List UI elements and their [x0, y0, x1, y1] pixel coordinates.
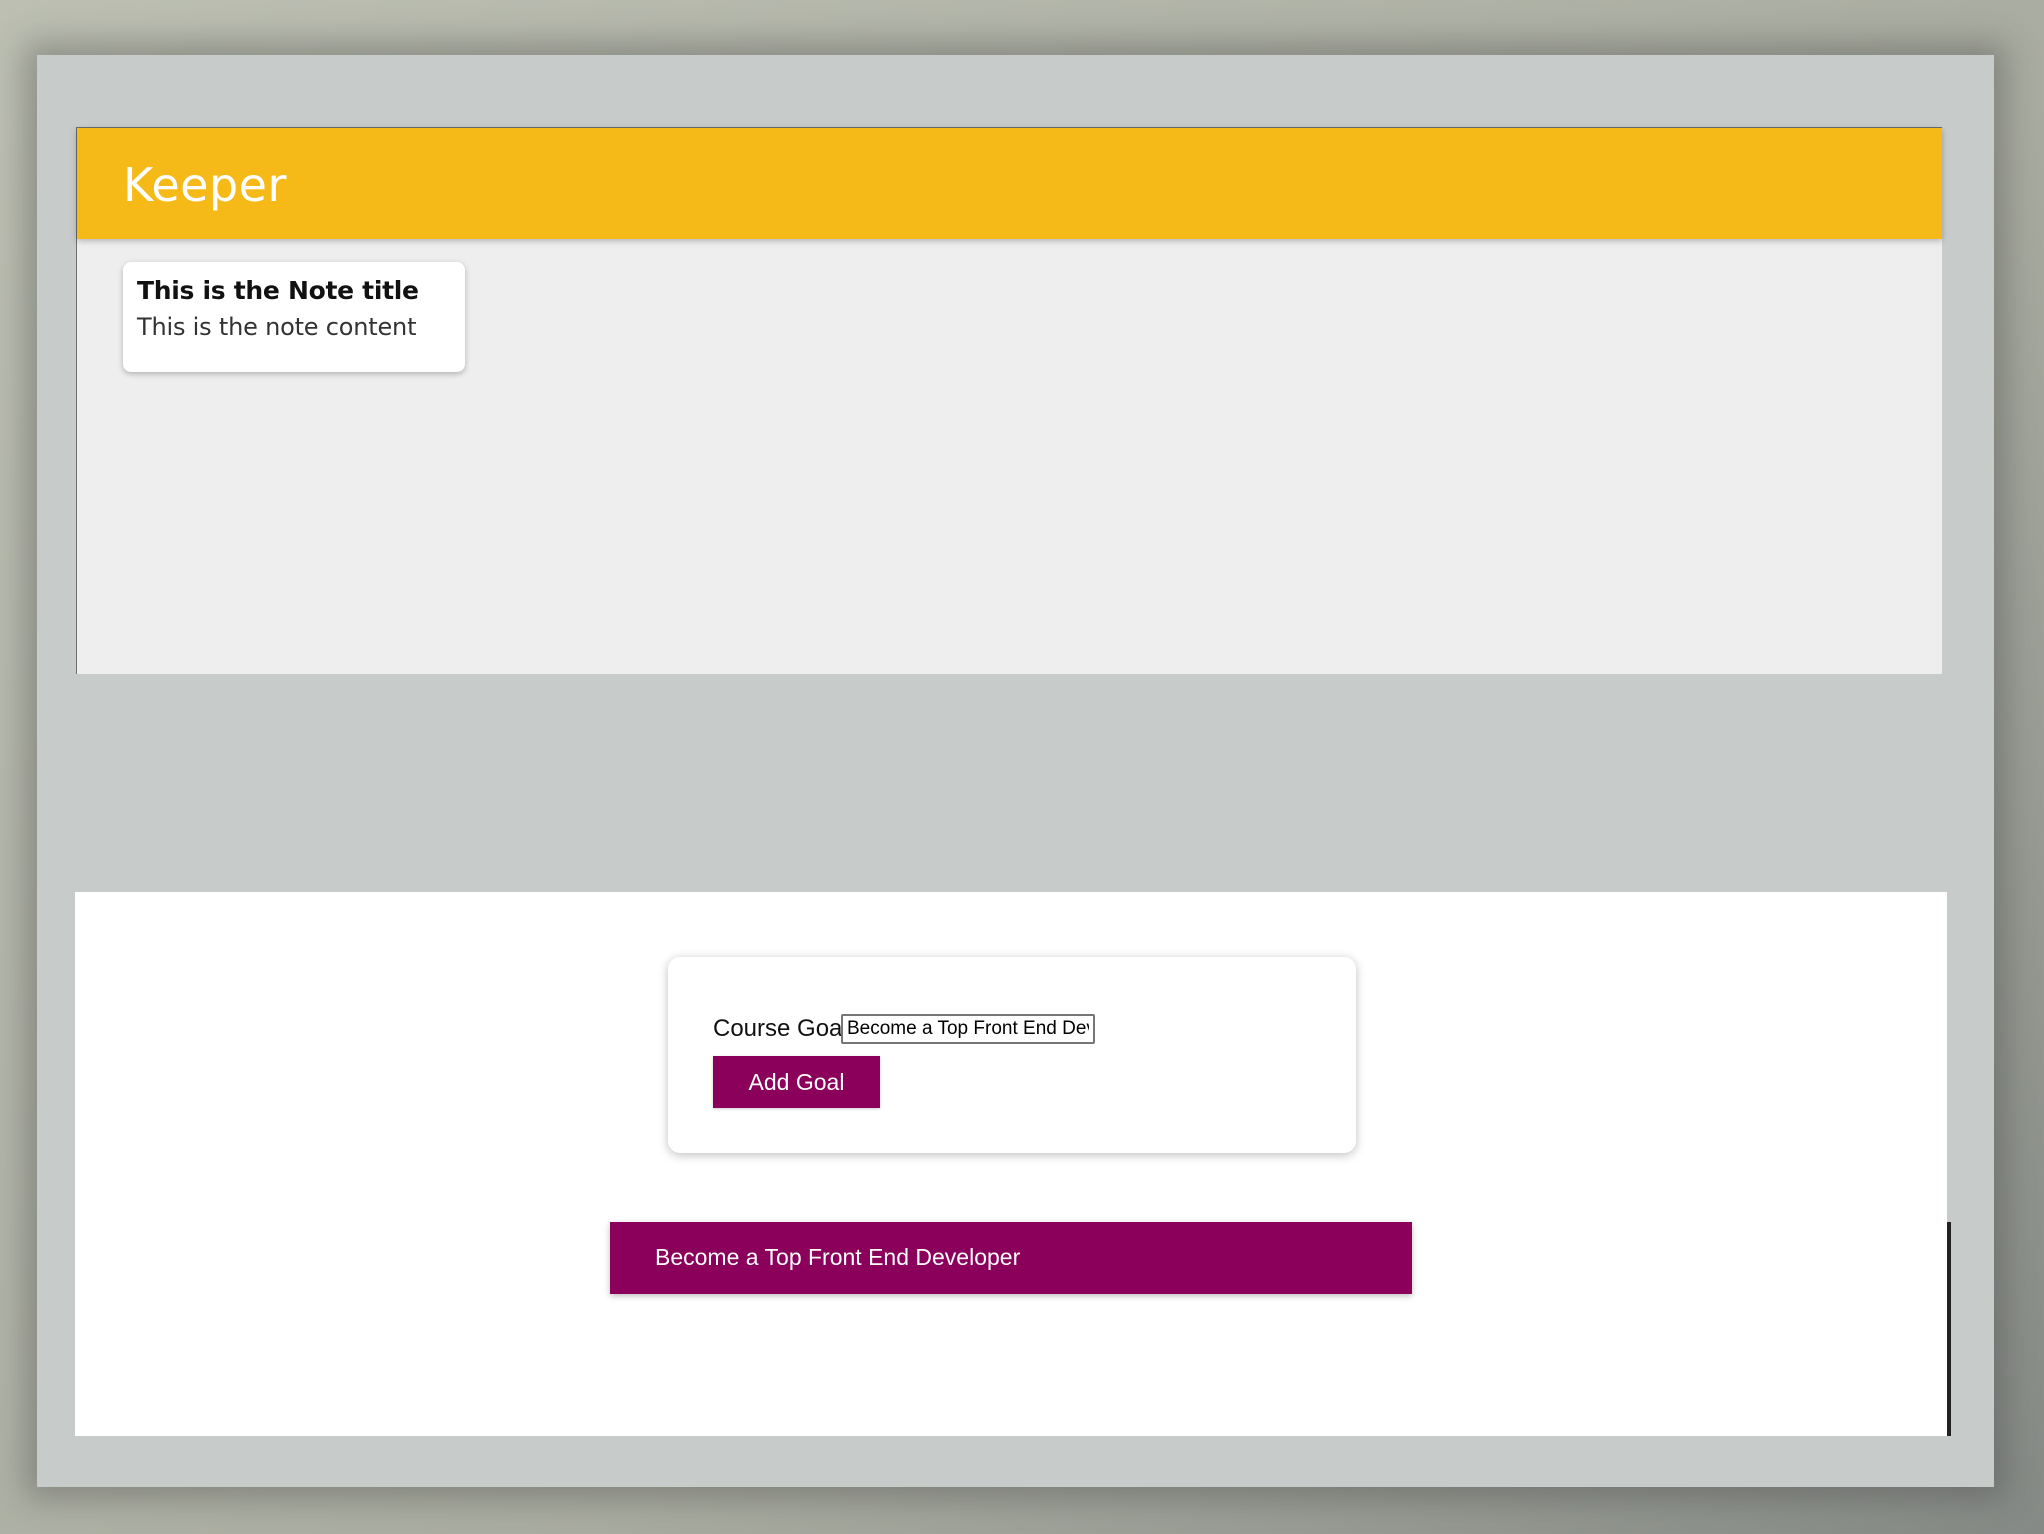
keeper-app-title: Keeper [123, 158, 287, 212]
goal-list-item[interactable]: Become a Top Front End Developer [610, 1222, 1412, 1294]
course-goals-app: Course Goal Add Goal Become a Top Front … [75, 892, 1951, 1436]
note-title: This is the Note title [137, 276, 419, 305]
keeper-app: Keeper This is the Note title This is th… [76, 127, 1942, 674]
note-content: This is the note content [137, 313, 417, 341]
course-goal-input[interactable] [841, 1014, 1095, 1044]
add-goal-button[interactable]: Add Goal [713, 1056, 880, 1108]
goal-list: Become a Top Front End Developer [610, 1222, 1412, 1294]
goal-form: Course Goal Add Goal [668, 957, 1356, 1153]
keeper-header: Keeper [77, 128, 1942, 239]
course-goal-label: Course Goal [713, 1015, 848, 1042]
window-edge [1947, 1222, 1951, 1436]
note-card: This is the Note title This is the note … [123, 262, 465, 372]
